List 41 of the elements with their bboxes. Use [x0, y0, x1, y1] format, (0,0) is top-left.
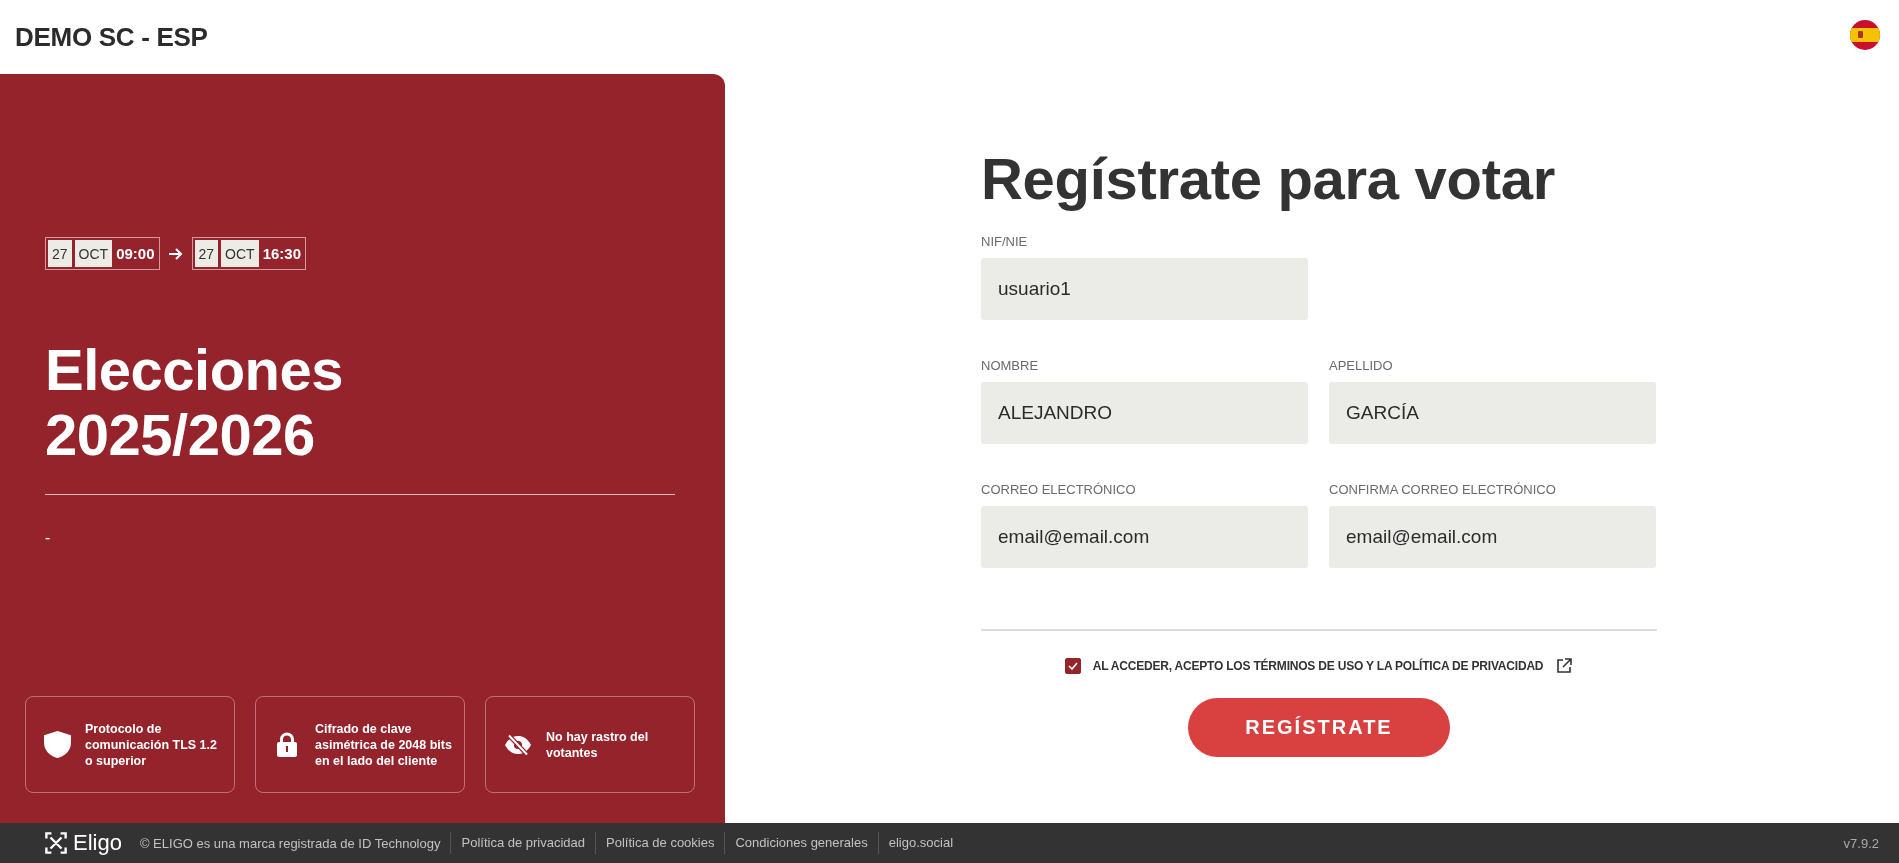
date-day: 27 — [48, 240, 72, 267]
site-title: DEMO SC - ESP — [15, 21, 208, 53]
field-label: CORREO ELECTRÓNICO — [981, 482, 1137, 498]
logo-icon[interactable] — [45, 832, 67, 854]
terms-checkbox[interactable] — [1064, 658, 1081, 674]
event-title: Elecciones 2025/2026 — [45, 337, 345, 467]
footer-link[interactable]: Política de cookies — [595, 832, 725, 854]
lock-icon — [277, 732, 297, 757]
external-link-icon[interactable] — [1555, 657, 1574, 675]
field-label: NOMBRE — [981, 358, 1040, 374]
input-field[interactable]: email@email.com — [981, 506, 1308, 568]
check-icon — [1067, 662, 1078, 670]
field-label: NIF/NIE — [981, 234, 1029, 250]
arrow-right-icon — [167, 246, 184, 261]
input-field[interactable]: email@email.com — [1329, 506, 1656, 568]
feature-text: Protocolo de comunicación TLS 1.2 o superior — [85, 720, 218, 769]
footer-link[interactable]: eligo.social — [877, 832, 964, 854]
footer-link[interactable]: Condiciones generales — [724, 832, 878, 854]
input-field[interactable]: GARCÍA — [1329, 382, 1656, 444]
register-button[interactable]: REGÍSTRATE — [1188, 698, 1450, 757]
event-description: - — [45, 529, 52, 547]
date-time: 16:30 — [261, 244, 303, 264]
date-time: 09:00 — [115, 244, 156, 264]
input-field[interactable]: ALEJANDRO — [981, 382, 1308, 444]
form-title: Regístrate para votar — [981, 146, 1556, 212]
flag-icon[interactable] — [1850, 20, 1880, 50]
feature-text: Cifrado de clave asimétrica de 2048 bits en el lado del cliente — [315, 720, 453, 769]
date-day: 27 — [194, 240, 219, 267]
brand-name[interactable]: Eligo — [73, 830, 122, 856]
date-month: OCT — [221, 240, 259, 267]
field-label: CONFIRMA CORREO ELECTRÓNICO — [1329, 482, 1557, 498]
footer-link[interactable]: Política de privacidad — [450, 832, 596, 854]
eye-slash-icon — [504, 733, 532, 756]
input-field[interactable]: usuario1 — [981, 258, 1308, 320]
shield-icon — [44, 731, 71, 758]
feature-text: No hay rastro del votantes — [546, 728, 650, 761]
date-month: OCT — [74, 240, 113, 267]
field-label: APELLIDO — [1329, 358, 1394, 374]
terms-label: AL ACCEDER, ACEPTO LOS TÉRMINOS DE USO Y LA POLÍTICA DE PRIVACIDAD — [1092, 659, 1544, 673]
version-text: v7.9.2 — [1843, 835, 1879, 851]
copyright-text: © ELIGO es una marca registrada de ID Technology — [139, 835, 442, 851]
